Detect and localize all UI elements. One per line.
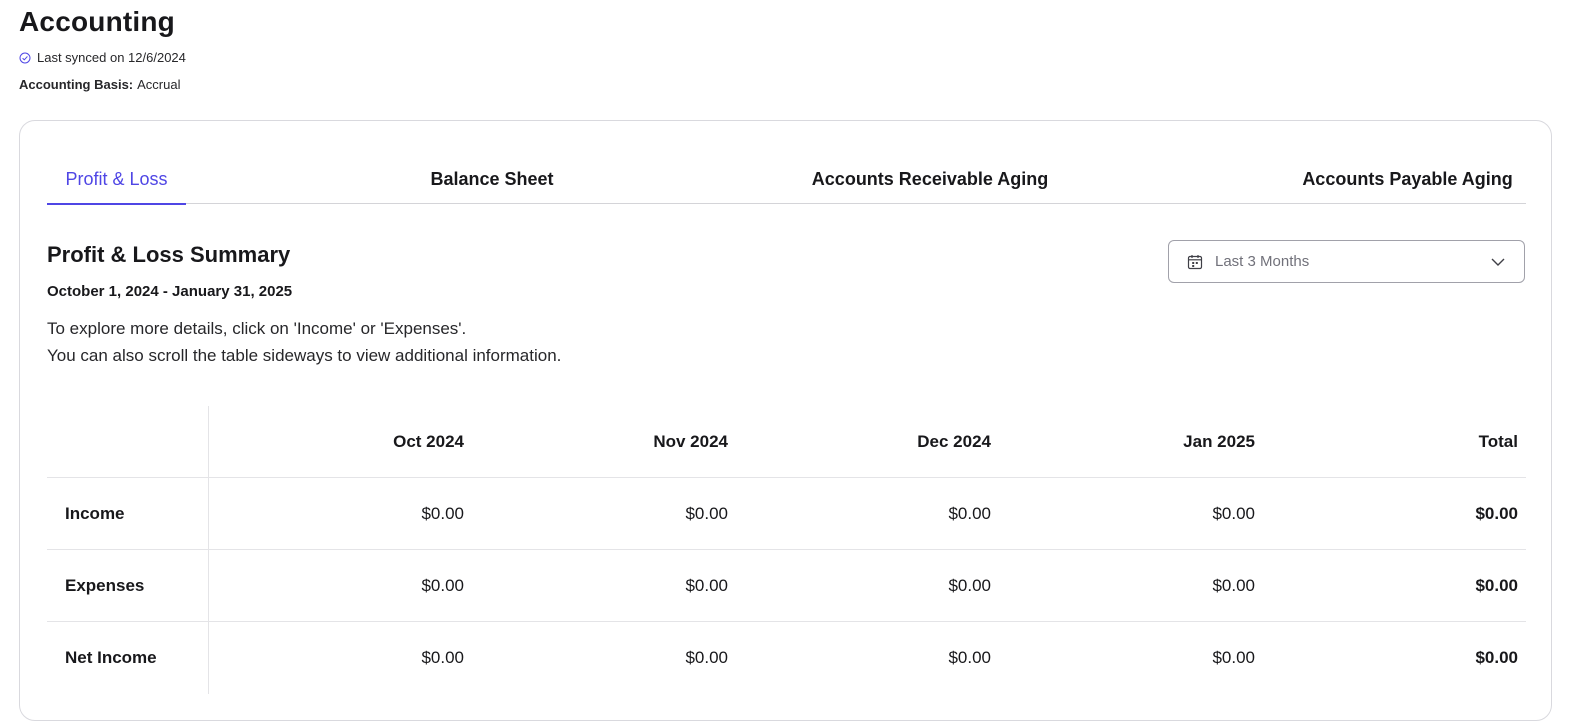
check-circle-icon	[19, 52, 31, 63]
table-cell: $0.00	[948, 648, 991, 667]
report-tabs: Profit & Loss Balance Sheet Accounts Rec…	[47, 154, 1526, 205]
row-label-net-income: Net Income	[65, 648, 157, 667]
table-cell: $0.00	[421, 576, 464, 595]
column-header: Nov 2024	[653, 432, 728, 451]
row-label-income[interactable]: Income	[65, 478, 125, 550]
accounting-basis-label: Accounting Basis:	[19, 77, 134, 92]
profit-loss-table: Oct 2024 Nov 2024 Dec 2024 Jan 2025 Tota…	[47, 406, 1526, 694]
table-row-expenses[interactable]: Expenses $0.00 $0.00 $0.00 $0.00 $0.00	[47, 550, 1526, 622]
table-cell: $0.00	[948, 576, 991, 595]
table-cell: $0.00	[685, 648, 728, 667]
table-cell: $0.00	[948, 504, 991, 523]
page-title: Accounting	[19, 6, 175, 37]
summary-title: Profit & Loss Summary	[47, 242, 291, 267]
tab-accounts-payable-aging[interactable]: Accounts Payable Aging	[1289, 154, 1526, 204]
table-cell: $0.00	[421, 504, 464, 523]
table-cell-total: $0.00	[1475, 576, 1518, 595]
table-cell: $0.00	[421, 648, 464, 667]
table-cell: $0.00	[1212, 576, 1255, 595]
period-select-value: Last 3 Months	[1215, 253, 1310, 270]
period-select[interactable]: Last 3 Months	[1168, 240, 1525, 283]
tab-profit-loss[interactable]: Profit & Loss	[47, 154, 186, 205]
calendar-icon	[1187, 254, 1203, 269]
tab-balance-sheet[interactable]: Balance Sheet	[417, 154, 567, 204]
tab-accounts-receivable-aging[interactable]: Accounts Receivable Aging	[799, 154, 1061, 204]
table-row-net-income: Net Income $0.00 $0.00 $0.00 $0.00 $0.00	[47, 622, 1526, 694]
table-cell-total: $0.00	[1475, 648, 1518, 667]
summary-date-range: October 1, 2024 - January 31, 2025	[47, 283, 293, 300]
table-cell: $0.00	[685, 504, 728, 523]
table-cell: $0.00	[1212, 504, 1255, 523]
table-header-row: Oct 2024 Nov 2024 Dec 2024 Jan 2025 Tota…	[47, 406, 1526, 478]
table-row-income[interactable]: Income $0.00 $0.00 $0.00 $0.00 $0.00	[47, 478, 1526, 550]
help-text-2: You can also scroll the table sideways t…	[47, 346, 562, 365]
reports-card: Profit & Loss Balance Sheet Accounts Rec…	[19, 120, 1552, 721]
row-label-expenses[interactable]: Expenses	[65, 550, 144, 622]
sync-text: Last synced on 12/6/2024	[37, 50, 186, 65]
accounting-basis: Accounting Basis: Accrual	[19, 77, 180, 92]
help-text-1: To explore more details, click on 'Incom…	[47, 319, 467, 338]
accounting-basis-value: Accrual	[137, 77, 181, 92]
table-cell: $0.00	[685, 576, 728, 595]
chevron-down-icon	[1491, 258, 1505, 266]
column-header: Oct 2024	[393, 432, 464, 451]
column-header-total: Total	[1478, 432, 1518, 451]
table-cell: $0.00	[1212, 648, 1255, 667]
column-header: Jan 2025	[1183, 432, 1255, 451]
column-header: Dec 2024	[917, 432, 991, 451]
table-cell-total: $0.00	[1475, 504, 1518, 523]
sync-status: Last synced on 12/6/2024	[19, 50, 186, 65]
